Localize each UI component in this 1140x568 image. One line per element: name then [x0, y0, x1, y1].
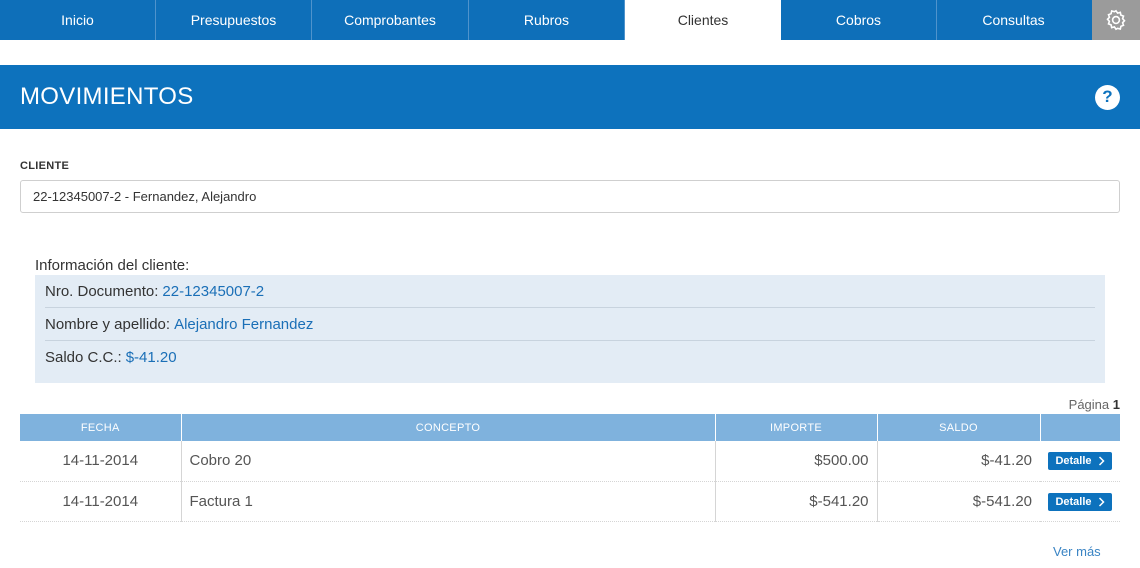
page-title: MOVIMIENTOS	[20, 83, 194, 110]
info-row-nombre: Nombre y apellido: Alejandro Fernandez	[45, 308, 1095, 341]
cell-importe: $500.00	[715, 441, 878, 482]
cliente-input[interactable]	[20, 180, 1120, 213]
cell-saldo: $-41.20	[877, 441, 1040, 482]
pagination-label: Página	[1068, 397, 1110, 412]
info-label: Nro. Documento:	[45, 282, 159, 300]
tab-rubros[interactable]: Rubros	[469, 0, 625, 40]
detalle-label: Detalle	[1055, 455, 1092, 468]
pagination-current: 1	[1112, 397, 1120, 412]
top-nav: Inicio Presupuestos Comprobantes Rubros …	[0, 0, 1140, 40]
table-row: 14-11-2014 Cobro 20 $500.00 $-41.20 Deta…	[20, 441, 1120, 482]
table-header-row: FECHA CONCEPTO IMPORTE SALDO	[20, 414, 1120, 441]
detalle-button[interactable]: Detalle	[1048, 492, 1112, 511]
detalle-label: Detalle	[1055, 495, 1092, 508]
cell-action: Detalle	[1040, 481, 1120, 522]
tab-comprobantes[interactable]: Comprobantes	[312, 0, 469, 40]
header-importe: IMPORTE	[715, 414, 878, 441]
cell-fecha: 14-11-2014	[20, 441, 182, 482]
tab-clientes[interactable]: Clientes	[625, 0, 781, 40]
info-value: $-41.20	[125, 349, 177, 366]
ver-mas-link[interactable]: Ver más	[1053, 544, 1101, 559]
cell-fecha: 14-11-2014	[20, 481, 182, 522]
pagination: Página 1	[1069, 397, 1120, 412]
info-label: Saldo C.C.:	[45, 349, 122, 366]
info-label: Nombre y apellido:	[45, 315, 171, 333]
cell-saldo: $-541.20	[877, 481, 1040, 522]
chevron-right-icon	[1098, 496, 1105, 507]
table-row: 14-11-2014 Factura 1 $-541.20 $-541.20 D…	[20, 481, 1120, 522]
header-saldo: SALDO	[877, 414, 1041, 441]
gear-icon	[1106, 9, 1126, 31]
tab-consultas[interactable]: Consultas	[937, 0, 1090, 40]
header-concepto: CONCEPTO	[181, 414, 716, 441]
header-fecha: FECHA	[20, 414, 182, 441]
info-row-saldo: Saldo C.C.: $-41.20	[45, 341, 1095, 374]
settings-button[interactable]	[1092, 0, 1140, 40]
cell-importe: $-541.20	[715, 481, 878, 522]
cell-concepto: Factura 1	[181, 481, 716, 522]
page-header: MOVIMIENTOS ?	[0, 65, 1140, 129]
cliente-label: CLIENTE	[20, 160, 70, 172]
cell-action: Detalle	[1040, 441, 1120, 482]
info-value: 22-12345007-2	[162, 282, 265, 300]
movements-table: FECHA CONCEPTO IMPORTE SALDO 14-11-2014 …	[20, 414, 1120, 522]
cell-concepto: Cobro 20	[181, 441, 716, 482]
client-info-box: Nro. Documento: 22-12345007-2 Nombre y a…	[35, 275, 1105, 383]
help-icon[interactable]: ?	[1095, 84, 1120, 110]
info-row-documento: Nro. Documento: 22-12345007-2	[45, 275, 1095, 308]
detalle-button[interactable]: Detalle	[1048, 452, 1112, 471]
tab-presupuestos[interactable]: Presupuestos	[156, 0, 312, 40]
tab-inicio[interactable]: Inicio	[0, 0, 156, 40]
chevron-right-icon	[1098, 456, 1105, 466]
info-value: Alejandro Fernandez	[174, 315, 314, 333]
info-title: Información del cliente:	[35, 257, 190, 274]
tab-cobros[interactable]: Cobros	[781, 0, 937, 40]
header-action	[1040, 414, 1120, 441]
